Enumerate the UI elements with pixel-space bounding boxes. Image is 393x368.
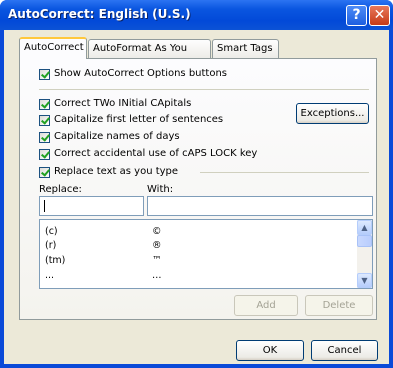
delete-button[interactable]: Delete [305, 295, 373, 316]
help-icon: ? [352, 7, 361, 23]
replace-cell: ... [45, 270, 55, 281]
list-item[interactable]: ... … [40, 270, 359, 283]
list-item[interactable]: (c) © [40, 226, 359, 239]
add-button[interactable]: Add [234, 295, 298, 316]
capitalize-names-of-days-label: Capitalize names of days [54, 131, 180, 142]
with-cell: ® [152, 240, 162, 251]
separator [200, 172, 369, 173]
close-icon: ✕ [373, 7, 386, 23]
replace-cell: (tm) [45, 255, 66, 266]
replace-text-label: Replace text as you type [54, 166, 179, 177]
dialog-body: AutoCorrect AutoFormat As You Type Smart… [4, 30, 389, 364]
scroll-thumb[interactable] [357, 235, 372, 247]
chevron-down-icon: ▼ [361, 276, 368, 285]
correct-caps-lock-label: Correct accidental use of cAPS LOCK key [54, 148, 258, 159]
correct-two-initial-capitals-label: Correct TWo INitial CApitals [54, 98, 192, 109]
text-caret [44, 200, 45, 212]
with-cell: ™ [152, 255, 162, 266]
window-title: AutoCorrect: English (U.S.) [8, 7, 191, 21]
capitalize-first-letter-label: Capitalize first letter of sentences [54, 114, 224, 125]
ok-button[interactable]: OK [236, 340, 304, 361]
autocorrect-tab-panel: Show AutoCorrect Options buttons Correct… [19, 58, 377, 320]
replace-text-checkbox[interactable] [39, 167, 50, 178]
autocorrect-dialog: AutoCorrect: English (U.S.) ? ✕ AutoCorr… [0, 0, 393, 368]
correct-caps-lock-checkbox[interactable] [39, 149, 50, 160]
scroll-down-button[interactable]: ▼ [357, 273, 372, 288]
capitalize-first-letter-checkbox[interactable] [39, 115, 50, 126]
capitalize-names-of-days-checkbox[interactable] [39, 132, 50, 143]
tab-autocorrect[interactable]: AutoCorrect [19, 37, 87, 59]
with-cell: © [152, 226, 162, 237]
autocorrect-entries-list[interactable]: (c) © (r) ® (tm) ™ ... … ▲ ▼ [39, 219, 373, 289]
scroll-up-button[interactable]: ▲ [357, 220, 372, 235]
show-autocorrect-options-checkbox[interactable] [39, 69, 50, 80]
list-item[interactable]: (tm) ™ [40, 255, 359, 268]
list-scrollbar[interactable]: ▲ ▼ [357, 220, 372, 288]
replace-cell: (r) [45, 240, 57, 251]
with-input[interactable] [147, 196, 373, 216]
correct-two-initial-capitals-checkbox[interactable] [39, 99, 50, 110]
help-button[interactable]: ? [346, 5, 367, 26]
chevron-up-icon: ▲ [361, 223, 368, 232]
replace-cell: (c) [45, 226, 58, 237]
close-button[interactable]: ✕ [369, 5, 390, 26]
tab-autoformat-as-you-type[interactable]: AutoFormat As You Type [88, 39, 211, 72]
list-item[interactable]: (r) ® [40, 240, 359, 253]
separator [39, 89, 369, 90]
cancel-button[interactable]: Cancel [311, 340, 378, 361]
show-autocorrect-options-label: Show AutoCorrect Options buttons [54, 68, 228, 79]
with-cell: … [152, 270, 162, 281]
title-bar[interactable]: AutoCorrect: English (U.S.) ? ✕ [0, 0, 393, 30]
replace-column-label: Replace: [39, 184, 82, 195]
exceptions-button[interactable]: Exceptions... [296, 103, 369, 124]
replace-input[interactable] [39, 196, 144, 216]
with-column-label: With: [147, 184, 174, 195]
tab-smart-tags[interactable]: Smart Tags [212, 39, 279, 59]
